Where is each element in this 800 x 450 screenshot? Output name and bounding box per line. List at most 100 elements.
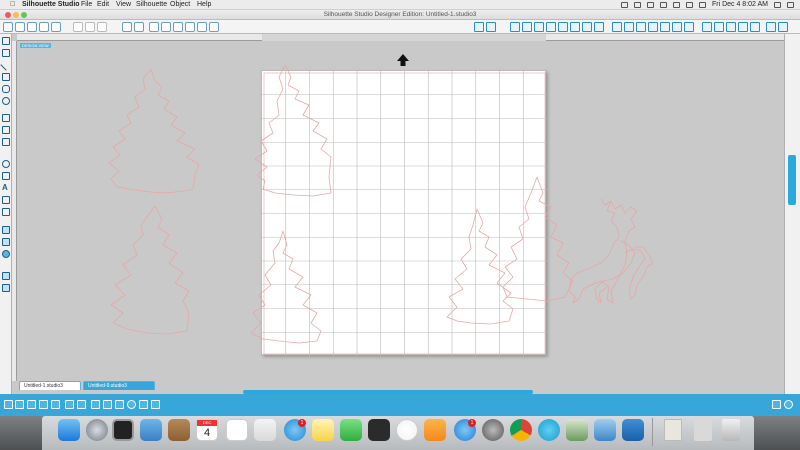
page-setup-icon[interactable] bbox=[474, 22, 484, 32]
align-icon[interactable] bbox=[660, 22, 670, 32]
rounded-rectangle-icon[interactable] bbox=[2, 85, 10, 93]
store-icon[interactable] bbox=[2, 272, 10, 280]
silhouette-studio-icon[interactable] bbox=[538, 419, 560, 441]
text-icon[interactable]: A bbox=[2, 184, 10, 192]
freehand-icon[interactable] bbox=[2, 160, 10, 168]
knife-panel-icon[interactable] bbox=[672, 22, 682, 32]
tab-untitled-1[interactable]: Untitled-1.studio3 bbox=[19, 381, 81, 390]
photos-app-icon[interactable] bbox=[566, 419, 588, 441]
zoom-window-button[interactable] bbox=[21, 12, 27, 18]
reminders-icon[interactable] bbox=[226, 419, 248, 441]
image-capture-icon[interactable] bbox=[594, 419, 616, 441]
downloads-icon[interactable] bbox=[694, 419, 712, 441]
facetime-icon[interactable] bbox=[340, 419, 362, 441]
sketch-icon[interactable] bbox=[714, 22, 724, 32]
line-icon[interactable] bbox=[0, 59, 12, 71]
eraser-icon[interactable] bbox=[2, 196, 10, 204]
fill-icon[interactable] bbox=[2, 226, 10, 234]
silhouette-connect-icon[interactable] bbox=[622, 419, 644, 441]
tab-untitled-9[interactable]: Untitled-9.studio3 bbox=[83, 381, 155, 390]
offset-icon[interactable] bbox=[636, 22, 646, 32]
trace-toggle-icon[interactable] bbox=[139, 400, 148, 409]
select-all-icon[interactable] bbox=[4, 400, 13, 409]
send-icon[interactable] bbox=[766, 22, 776, 32]
status-icon[interactable] bbox=[646, 2, 654, 8]
notes-icon[interactable] bbox=[312, 419, 334, 441]
weld-icon[interactable] bbox=[103, 400, 112, 409]
ellipse-icon[interactable] bbox=[2, 97, 10, 105]
menu-file[interactable]: File bbox=[81, 0, 92, 10]
launchpad-icon[interactable] bbox=[86, 419, 108, 441]
library-icon[interactable] bbox=[2, 250, 10, 258]
compound-path-icon[interactable] bbox=[51, 400, 60, 409]
text-style-icon[interactable] bbox=[582, 22, 592, 32]
store-panel-icon[interactable] bbox=[750, 22, 760, 32]
search-icon[interactable] bbox=[774, 2, 781, 8]
cut-icon[interactable] bbox=[73, 22, 83, 32]
point-edit-icon[interactable] bbox=[2, 49, 10, 57]
eraser-panel-icon[interactable] bbox=[684, 22, 694, 32]
menu-app-name[interactable]: Silhouette Studio bbox=[22, 0, 80, 10]
panel-toggle-icon[interactable] bbox=[2, 284, 10, 292]
close-window-button[interactable] bbox=[5, 12, 11, 18]
paste-icon[interactable] bbox=[97, 22, 107, 32]
smooth-freehand-icon[interactable] bbox=[2, 172, 10, 180]
modify-icon[interactable] bbox=[624, 22, 634, 32]
right-scrollbar[interactable] bbox=[784, 34, 800, 394]
trash-icon[interactable] bbox=[722, 419, 740, 441]
battery-icon[interactable] bbox=[698, 2, 706, 8]
settings-icon[interactable] bbox=[772, 400, 781, 409]
chrome-icon[interactable] bbox=[510, 419, 532, 441]
redo-icon[interactable] bbox=[134, 22, 144, 32]
print-icon[interactable] bbox=[39, 22, 49, 32]
line-color-icon[interactable] bbox=[570, 22, 580, 32]
design-canvas[interactable]: DESIGN VIEW bbox=[17, 41, 784, 381]
system-preferences-icon[interactable] bbox=[482, 419, 504, 441]
photos-icon[interactable] bbox=[254, 419, 276, 441]
transform-icon[interactable] bbox=[594, 22, 604, 32]
preview-icon[interactable] bbox=[140, 419, 162, 441]
clip-icon[interactable] bbox=[151, 400, 160, 409]
deselect-icon[interactable] bbox=[15, 400, 24, 409]
trace-icon[interactable] bbox=[648, 22, 658, 32]
save-icon[interactable] bbox=[27, 22, 37, 32]
status-icon[interactable] bbox=[620, 2, 628, 8]
group-icon[interactable] bbox=[27, 400, 36, 409]
volume-icon[interactable] bbox=[685, 2, 693, 8]
vertical-scroll-thumb[interactable] bbox=[788, 155, 796, 205]
cut-settings-icon[interactable] bbox=[486, 22, 496, 32]
release-compound-icon[interactable] bbox=[65, 400, 74, 409]
minimize-window-button[interactable] bbox=[13, 12, 19, 18]
knife-icon[interactable] bbox=[2, 208, 10, 216]
library-panel-icon[interactable] bbox=[738, 22, 748, 32]
wifi-icon[interactable] bbox=[672, 2, 680, 8]
drag-zoom-icon[interactable] bbox=[209, 22, 219, 32]
undo-icon[interactable] bbox=[122, 22, 132, 32]
menubar-clock[interactable]: Fri Dec 4 8:02 AM bbox=[712, 0, 768, 10]
apple-menu-icon[interactable]:  bbox=[10, 0, 15, 10]
select-icon[interactable] bbox=[2, 37, 10, 45]
pages-icon[interactable] bbox=[2, 238, 10, 246]
send-backward-icon[interactable] bbox=[91, 400, 100, 409]
copy-icon[interactable] bbox=[85, 22, 95, 32]
layers-icon[interactable] bbox=[726, 22, 736, 32]
document-icon[interactable] bbox=[664, 419, 682, 441]
polygon-icon[interactable] bbox=[2, 114, 10, 122]
status-icon[interactable] bbox=[633, 2, 641, 8]
menu-object[interactable]: Object bbox=[170, 0, 190, 10]
line-style-icon[interactable] bbox=[522, 22, 532, 32]
new-document-icon[interactable] bbox=[3, 22, 13, 32]
photo-booth-icon[interactable] bbox=[368, 419, 390, 441]
grid-settings-icon[interactable] bbox=[510, 22, 520, 32]
zoom-select-icon[interactable] bbox=[185, 22, 195, 32]
itunes-icon[interactable] bbox=[396, 419, 418, 441]
replicate-icon[interactable] bbox=[612, 22, 622, 32]
arc-icon[interactable] bbox=[2, 138, 10, 146]
gradient-icon[interactable] bbox=[546, 22, 556, 32]
dashboard-icon[interactable] bbox=[112, 419, 134, 441]
help-icon[interactable] bbox=[778, 22, 788, 32]
menu-silhouette[interactable]: Silhouette bbox=[136, 0, 167, 10]
rectangle-icon[interactable] bbox=[2, 73, 10, 81]
menu-help[interactable]: Help bbox=[197, 0, 211, 10]
open-icon[interactable] bbox=[15, 22, 25, 32]
